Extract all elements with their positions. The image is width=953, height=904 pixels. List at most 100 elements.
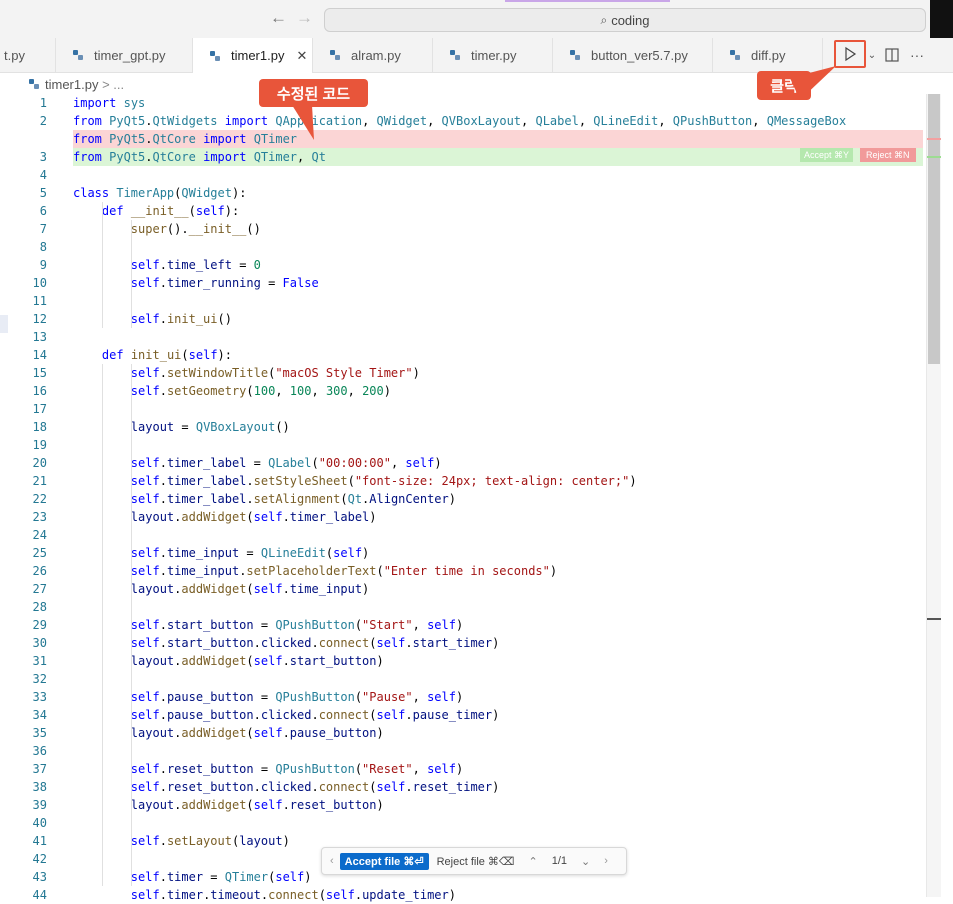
code-text: layout.addWidget(self.timer_label): [130, 510, 377, 524]
code-text: self.timer.timeout.connect(self.update_t…: [130, 888, 456, 902]
code-line[interactable]: 19: [0, 436, 925, 454]
more-icon[interactable]: ···: [905, 38, 929, 72]
code-text: self.timer_label.setStyleSheet("font-siz…: [130, 474, 637, 488]
tab-timer-gpt-py[interactable]: timer_gpt.py: [56, 38, 193, 72]
code-line[interactable]: 33 self.pause_button = QPushButton("Paus…: [0, 688, 925, 706]
reject-file-button[interactable]: Reject file ⌘⌫: [437, 855, 515, 868]
code-text: self.reset_button.clicked.connect(self.r…: [130, 780, 500, 794]
line-number: 1: [39, 96, 47, 110]
code-line[interactable]: 5 class TimerApp(QWidget):: [0, 184, 925, 202]
code-line[interactable]: 4: [0, 166, 925, 184]
code-line[interactable]: 13: [0, 328, 925, 346]
code-line[interactable]: 16 self.setGeometry(100, 100, 300, 200): [0, 382, 925, 400]
python-file-icon: [330, 50, 340, 60]
tab-t-py[interactable]: t.py: [0, 38, 56, 72]
added-code-line[interactable]: 3 from PyQt5.QtCore import QTimer, Qt: [0, 148, 925, 166]
code-line[interactable]: 14 def init_ui(self):: [0, 346, 925, 364]
code-line[interactable]: 20 self.timer_label = QLabel("00:00:00",…: [0, 454, 925, 472]
chevron-right-icon[interactable]: ›: [604, 855, 608, 867]
code-text: self.setLayout(layout): [130, 834, 290, 848]
code-line[interactable]: 15 self.setWindowTitle("macOS Style Time…: [0, 364, 925, 382]
line-number: 7: [39, 222, 47, 236]
code-text: self.time_input = QLineEdit(self): [130, 546, 370, 560]
code-line[interactable]: 12 self.init_ui(): [0, 310, 925, 328]
line-number: 15: [32, 366, 47, 380]
arrow-left-icon[interactable]: ←: [270, 8, 287, 28]
code-text: self.setGeometry(100, 100, 300, 200): [130, 384, 391, 398]
code-line[interactable]: 38 self.reset_button.clicked.connect(sel…: [0, 778, 925, 796]
code-line[interactable]: 24: [0, 526, 925, 544]
python-file-icon: [570, 50, 580, 60]
line-number: 29: [32, 618, 47, 632]
tab-alram-py[interactable]: alram.py: [313, 38, 433, 72]
scroll-cursor-marker: [927, 618, 941, 620]
code-line[interactable]: 10 self.timer_running = False: [0, 274, 925, 292]
split-editor-icon[interactable]: [880, 38, 904, 72]
code-line[interactable]: 31 layout.addWidget(self.start_button): [0, 652, 925, 670]
code-line[interactable]: 25 self.time_input = QLineEdit(self): [0, 544, 925, 562]
breadcrumb[interactable]: timer1.py > ...: [28, 74, 124, 94]
code-line[interactable]: 39 layout.addWidget(self.reset_button): [0, 796, 925, 814]
line-number: 12: [32, 312, 47, 326]
command-center-search[interactable]: ⌕ coding: [324, 8, 926, 32]
tab-label: t.py: [4, 47, 25, 63]
tab-label: alram.py: [351, 47, 401, 63]
code-line[interactable]: 32: [0, 670, 925, 688]
breadcrumb-file[interactable]: timer1.py: [45, 77, 98, 92]
tab-timer1-py[interactable]: timer1.py ✕: [193, 38, 313, 73]
code-line[interactable]: 35 layout.addWidget(self.pause_button): [0, 724, 925, 742]
line-number: 14: [32, 348, 47, 362]
code-line[interactable]: 17: [0, 400, 925, 418]
code-text: self.start_button.clicked.connect(self.s…: [130, 636, 500, 650]
code-text: self.timer_running = False: [130, 276, 319, 290]
tab-button-ver5-7-py[interactable]: button_ver5.7.py: [553, 38, 713, 72]
line-number: 43: [32, 870, 47, 884]
code-line[interactable]: 8: [0, 238, 925, 256]
code-line[interactable]: 29 self.start_button = QPushButton("Star…: [0, 616, 925, 634]
code-line[interactable]: 21 self.timer_label.setStyleSheet("font-…: [0, 472, 925, 490]
deleted-code-line[interactable]: from PyQt5.QtCore import QTimer: [0, 130, 925, 148]
code-line[interactable]: 30 self.start_button.clicked.connect(sel…: [0, 634, 925, 652]
code-line[interactable]: 18 layout = QVBoxLayout(): [0, 418, 925, 436]
line-number: 44: [32, 888, 47, 902]
code-line[interactable]: 11: [0, 292, 925, 310]
indent-guide: [102, 364, 103, 886]
code-line[interactable]: 6 def __init__(self):: [0, 202, 925, 220]
inline-reject-button[interactable]: Reject ⌘N: [860, 148, 916, 162]
line-number: 23: [32, 510, 47, 524]
scrollbar-thumb[interactable]: [928, 94, 940, 364]
inline-accept-button[interactable]: Accept ⌘Y: [800, 148, 854, 162]
code-line[interactable]: 37 self.reset_button = QPushButton("Rese…: [0, 760, 925, 778]
code-line[interactable]: 34 self.pause_button.clicked.connect(sel…: [0, 706, 925, 724]
tab-timer-py[interactable]: timer.py: [433, 38, 553, 72]
code-line[interactable]: 40: [0, 814, 925, 832]
breadcrumb-rest[interactable]: > ...: [102, 77, 124, 92]
editor-scrollbar[interactable]: [926, 94, 941, 897]
code-line[interactable]: 26 self.time_input.setPlaceholderText("E…: [0, 562, 925, 580]
code-line[interactable]: 36: [0, 742, 925, 760]
code-line[interactable]: 2 from PyQt5.QtWidgets import QApplicatio…: [0, 112, 925, 130]
chevron-down-icon[interactable]: ⌄: [581, 855, 590, 868]
line-number: 33: [32, 690, 47, 704]
accept-file-button[interactable]: Accept file ⌘⏎: [339, 852, 429, 870]
chevron-left-icon[interactable]: ‹: [330, 855, 334, 867]
chevron-up-icon[interactable]: ⌃: [529, 855, 538, 868]
line-number: 4: [39, 168, 47, 182]
title-bar: ← → ⌕ coding: [0, 0, 953, 39]
code-line[interactable]: 28: [0, 598, 925, 616]
chevron-down-icon[interactable]: ⌄: [866, 38, 878, 72]
line-number: 11: [32, 294, 47, 308]
code-line[interactable]: 7 super().__init__(): [0, 220, 925, 238]
code-line[interactable]: 27 layout.addWidget(self.time_input): [0, 580, 925, 598]
code-line[interactable]: 44 self.timer.timeout.connect(self.updat…: [0, 886, 925, 904]
indent-guide: [131, 364, 132, 886]
code-line[interactable]: 9 self.time_left = 0: [0, 256, 925, 274]
modified-code-callout: 수정된 코드: [259, 79, 368, 107]
code-line[interactable]: 23 layout.addWidget(self.timer_label): [0, 508, 925, 526]
close-icon[interactable]: ✕: [296, 48, 307, 64]
code-line[interactable]: 22 self.timer_label.setAlignment(Qt.Alig…: [0, 490, 925, 508]
arrow-right-icon[interactable]: →: [296, 8, 313, 28]
code-text: from PyQt5.QtCore import QTimer, Qt: [73, 150, 326, 164]
scroll-diff-marker-add: [927, 156, 941, 158]
code-text: self.init_ui(): [130, 312, 232, 326]
